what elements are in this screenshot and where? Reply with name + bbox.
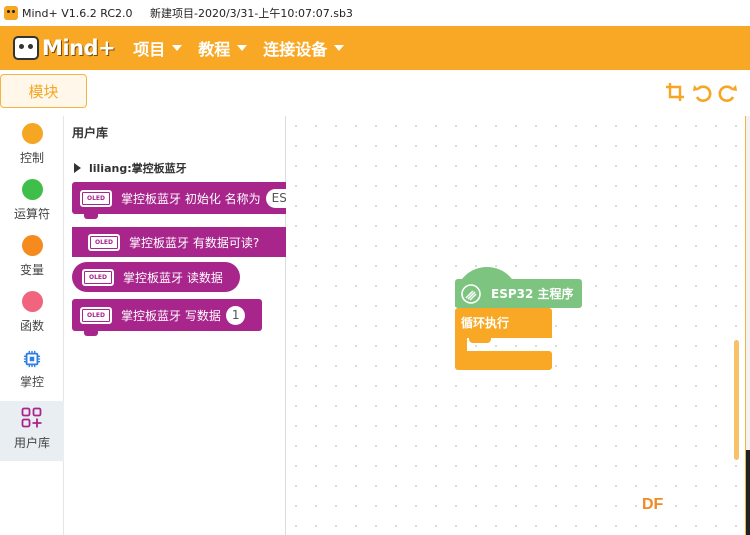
loop-bottom (455, 351, 552, 370)
robot-face-icon (13, 36, 39, 60)
chip-icon (23, 350, 41, 368)
logo-text: Mind+ (42, 36, 116, 60)
control-circle-icon (21, 123, 43, 144)
mindplus-logo[interactable]: Mind+ (13, 36, 116, 60)
block-text: 掌控板蓝牙 初始化 名称为 (121, 191, 261, 206)
variables-circle-icon (21, 235, 43, 256)
forever-loop-block[interactable]: 循环执行 (455, 308, 552, 370)
category-control[interactable]: 控制 (0, 116, 64, 174)
hat-body: ESP32 主程序 (455, 279, 582, 308)
loop-arm (455, 338, 467, 352)
menu-connect-device-label: 连接设备 (263, 40, 328, 59)
app-icon (4, 6, 18, 20)
category-mpython[interactable]: 掌控 (0, 342, 64, 400)
operators-circle-icon (21, 179, 43, 200)
menu-tutorial-label: 教程 (198, 40, 231, 59)
category-label: 变量 (19, 263, 44, 277)
menu-connect-device[interactable]: 连接设备 (263, 36, 345, 60)
toolbar: 模块 (0, 70, 750, 116)
block-text: 掌控板蓝牙 写数据 (121, 308, 221, 323)
loop-notch (469, 338, 491, 343)
block-palette: 用户库 liliang:掌控板蓝牙 OLED 掌控板蓝牙 初始化 名称为 ESP… (64, 116, 348, 535)
block-text: 掌控板蓝牙 读数据 (123, 270, 223, 285)
esp32-board-icon (460, 283, 482, 305)
category-label: 运算符 (13, 207, 50, 221)
grid-plus-icon (21, 407, 42, 428)
category-functions[interactable]: 函数 (0, 284, 64, 342)
palette-heading: 用户库 (72, 126, 109, 140)
oled-icon: OLED (82, 268, 114, 286)
chevron-down-icon (172, 45, 183, 51)
menu-project-label: 项目 (133, 40, 166, 59)
crop-icon[interactable] (664, 81, 686, 103)
hat-label: ESP32 主程序 (491, 287, 574, 301)
triangle-right-icon (74, 163, 81, 173)
tab-blocks[interactable]: 模块 (0, 74, 87, 108)
loop-label: 循环执行 (455, 308, 552, 338)
canvas-scrollbar[interactable] (734, 340, 739, 460)
category-label: 控制 (19, 151, 44, 165)
redo-icon[interactable] (717, 81, 739, 103)
menu-tutorial[interactable]: 教程 (198, 36, 248, 60)
category-sidebar: 控制 运算符 变量 函数 掌控 用户库 (0, 116, 64, 535)
block-ble-write[interactable]: OLED 掌控板蓝牙 写数据 1 (72, 299, 262, 336)
oled-icon: OLED (80, 306, 112, 324)
df-watermark: DF (642, 496, 664, 513)
undo-icon[interactable] (691, 81, 713, 103)
stage-preview-edge (746, 450, 750, 535)
oled-icon: OLED (88, 233, 120, 251)
menu-bar: Mind+ 项目 教程 连接设备 (0, 26, 750, 70)
menu-project[interactable]: 项目 (133, 36, 183, 60)
category-operators[interactable]: 运算符 (0, 172, 64, 230)
category-label: 掌控 (19, 375, 44, 389)
category-user-library[interactable]: 用户库 (0, 401, 64, 461)
category-label: 用户库 (13, 436, 50, 450)
category-variables[interactable]: 变量 (0, 228, 64, 286)
category-label: 函数 (19, 319, 44, 333)
block-ble-available[interactable]: OLED 掌控板蓝牙 有数据可读? (72, 227, 288, 257)
chevron-down-icon (237, 45, 248, 51)
block-text: 掌控板蓝牙 有数据可读? (129, 235, 260, 250)
extension-title: liliang:掌控板蓝牙 (89, 162, 187, 175)
oled-icon: OLED (80, 189, 112, 207)
block-ble-read[interactable]: OLED 掌控板蓝牙 读数据 (72, 262, 240, 292)
functions-circle-icon (21, 291, 43, 312)
chevron-down-icon (334, 45, 345, 51)
extension-header[interactable]: liliang:掌控板蓝牙 (74, 160, 187, 176)
data-input[interactable]: 1 (225, 305, 246, 325)
window-title: Mind+ V1.6.2 RC2.0 新建项目-2020/3/31-上午10:0… (22, 7, 353, 20)
title-bar: Mind+ V1.6.2 RC2.0 新建项目-2020/3/31-上午10:0… (0, 0, 750, 26)
